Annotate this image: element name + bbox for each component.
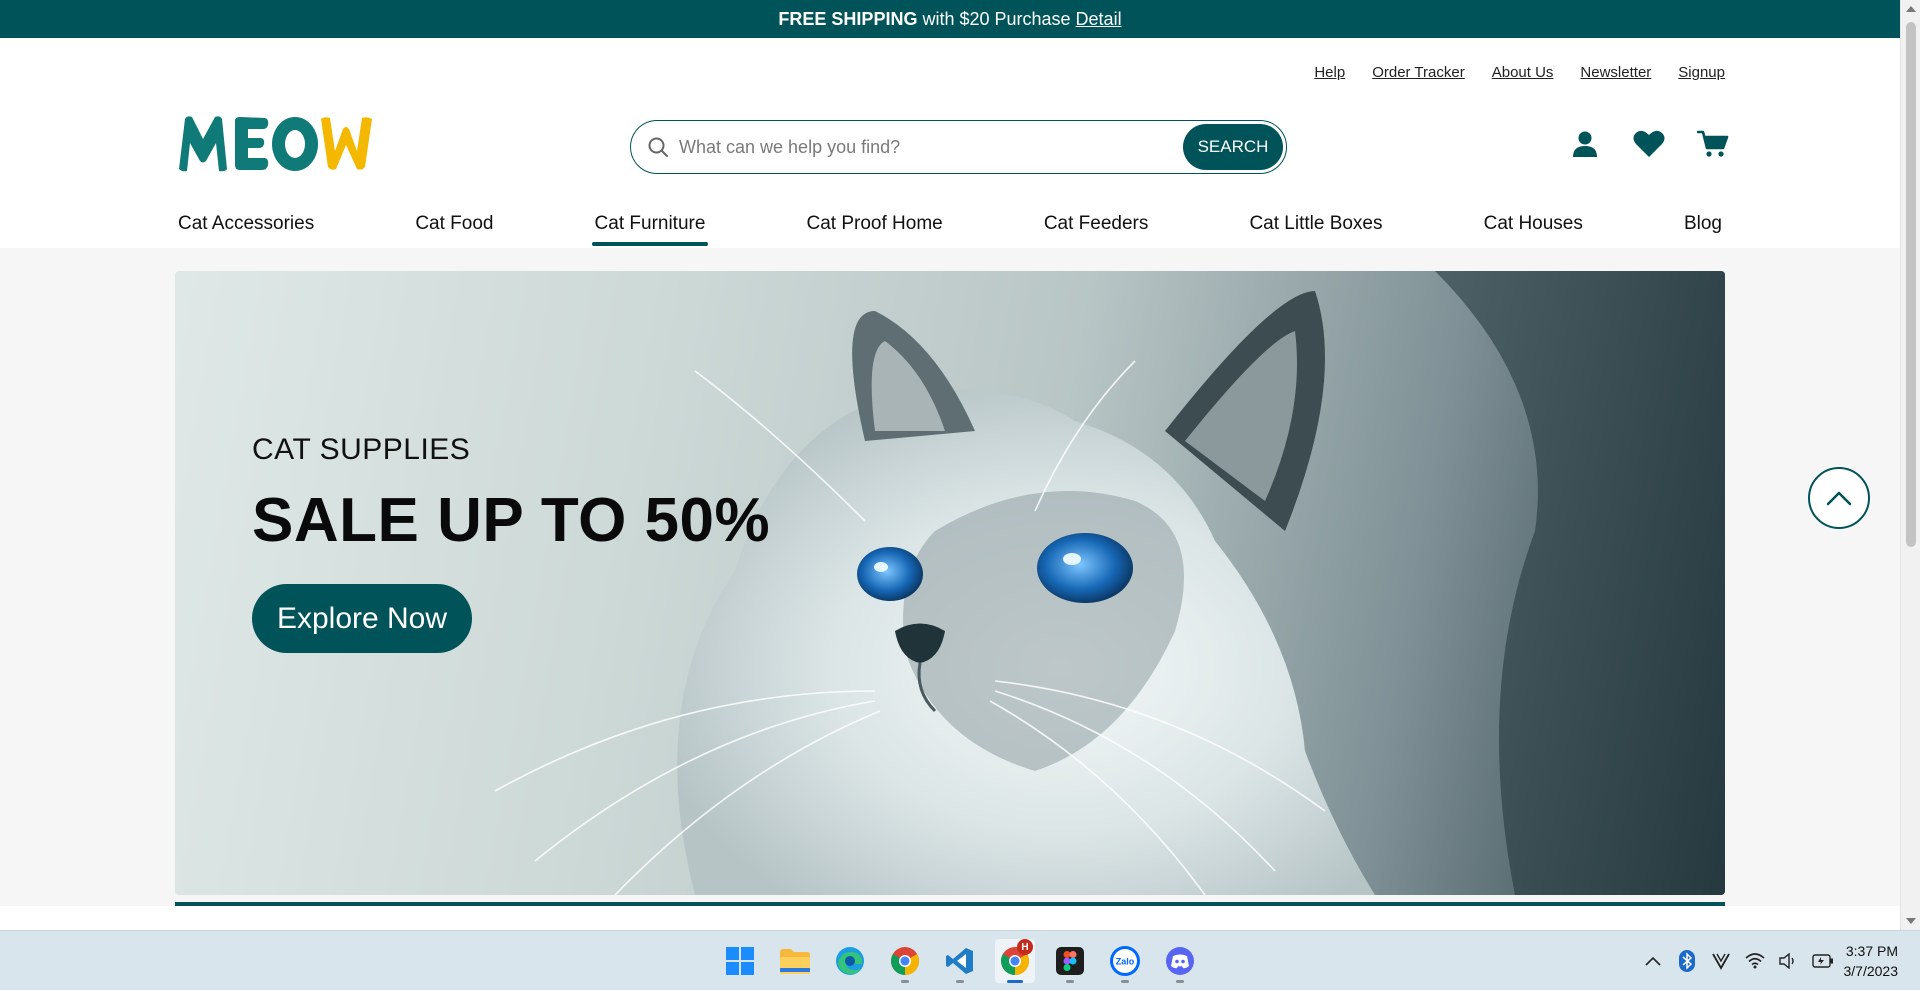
- scroll-up-arrow[interactable]: [1906, 6, 1916, 12]
- promo-text: with $20 Purchase: [922, 8, 1071, 29]
- zalo-label: Zalo: [1116, 957, 1135, 967]
- file-explorer-icon[interactable]: [775, 939, 815, 983]
- figma-icon[interactable]: [1050, 939, 1090, 983]
- running-indicator: [1066, 980, 1074, 983]
- edge-icon[interactable]: [830, 939, 870, 983]
- profile-badge: H: [1017, 939, 1033, 955]
- v-app-icon[interactable]: [1710, 950, 1732, 972]
- active-indicator: [1007, 980, 1023, 983]
- content-continuation: [0, 906, 1900, 930]
- page-scrollbar[interactable]: [1900, 0, 1920, 930]
- promo-strong-text: FREE SHIPPING: [778, 8, 918, 29]
- scroll-to-top-button[interactable]: [1808, 467, 1870, 529]
- header-icons: [1567, 126, 1731, 162]
- cat-photo: [494, 271, 1725, 895]
- chrome-icon[interactable]: [885, 939, 925, 983]
- chevron-up-icon[interactable]: [1642, 950, 1664, 972]
- chevron-up-icon: [1826, 491, 1852, 506]
- volume-icon[interactable]: [1778, 950, 1800, 972]
- running-indicator: [901, 980, 909, 983]
- promo-detail-link[interactable]: Detail: [1076, 9, 1122, 30]
- hero-banner: CAT SUPPLIES SALE UP TO 50% Explore Now: [175, 271, 1725, 895]
- search-button[interactable]: SEARCH: [1183, 124, 1283, 170]
- newsletter-link[interactable]: Newsletter: [1580, 64, 1651, 81]
- battery-icon[interactable]: [1812, 950, 1834, 972]
- running-indicator: [1121, 980, 1129, 983]
- discord-icon[interactable]: [1160, 939, 1200, 983]
- zalo-icon[interactable]: Zalo: [1105, 939, 1145, 983]
- nav-cat-feeders[interactable]: Cat Feeders: [1041, 208, 1152, 248]
- search-bar: SEARCH: [630, 120, 1287, 174]
- promo-bar: FREE SHIPPING with $20 Purchase Detail: [0, 0, 1900, 38]
- nav-cat-accessories[interactable]: Cat Accessories: [175, 208, 317, 248]
- nav-cat-proof-home[interactable]: Cat Proof Home: [804, 208, 946, 248]
- wishlist-heart-icon[interactable]: [1631, 126, 1667, 162]
- nav-cat-little-boxes[interactable]: Cat Little Boxes: [1246, 208, 1385, 248]
- meow-logo-mark: [179, 116, 372, 172]
- meow-logo[interactable]: [175, 113, 380, 173]
- about-us-link[interactable]: About Us: [1492, 64, 1554, 81]
- vscode-icon[interactable]: [940, 939, 980, 983]
- cart-icon[interactable]: [1695, 126, 1731, 162]
- scrollbar-thumb[interactable]: [1906, 22, 1916, 547]
- signup-link[interactable]: Signup: [1678, 64, 1725, 81]
- explore-now-button[interactable]: Explore Now: [252, 584, 472, 653]
- hero-eyebrow: CAT SUPPLIES: [252, 433, 471, 466]
- search-icon: [645, 134, 671, 160]
- order-tracker-link[interactable]: Order Tracker: [1372, 64, 1465, 81]
- bluetooth-icon[interactable]: [1676, 950, 1698, 972]
- clock-date: 3/7/2023: [1843, 963, 1899, 979]
- windows-taskbar: H Zalo 3:37 PM 3/7/2023: [0, 930, 1920, 990]
- nav-blog[interactable]: Blog: [1681, 208, 1725, 248]
- taskbar-apps: H Zalo: [720, 939, 1200, 983]
- taskbar-clock[interactable]: 3:37 PM 3/7/2023: [1844, 941, 1899, 981]
- nav-cat-furniture[interactable]: Cat Furniture: [591, 208, 709, 248]
- running-indicator: [1176, 980, 1184, 983]
- hero-headline: SALE UP TO 50%: [252, 486, 771, 555]
- scroll-down-arrow[interactable]: [1906, 918, 1916, 924]
- running-indicator: [956, 980, 964, 983]
- utility-links: Help Order Tracker About Us Newsletter S…: [1314, 64, 1725, 81]
- windows-start-icon[interactable]: [720, 939, 760, 983]
- nav-cat-houses[interactable]: Cat Houses: [1481, 208, 1586, 248]
- search-input[interactable]: [679, 136, 1183, 158]
- system-tray: [1642, 943, 1834, 979]
- account-icon[interactable]: [1567, 126, 1603, 162]
- clock-time: 3:37 PM: [1845, 943, 1898, 959]
- chrome-profile-icon[interactable]: H: [995, 939, 1035, 983]
- nav-cat-food[interactable]: Cat Food: [412, 208, 496, 248]
- wifi-icon[interactable]: [1744, 950, 1766, 972]
- site-header: Help Order Tracker About Us Newsletter S…: [0, 38, 1900, 248]
- help-link[interactable]: Help: [1314, 64, 1345, 81]
- category-nav: Cat Accessories Cat Food Cat Furniture C…: [175, 208, 1725, 248]
